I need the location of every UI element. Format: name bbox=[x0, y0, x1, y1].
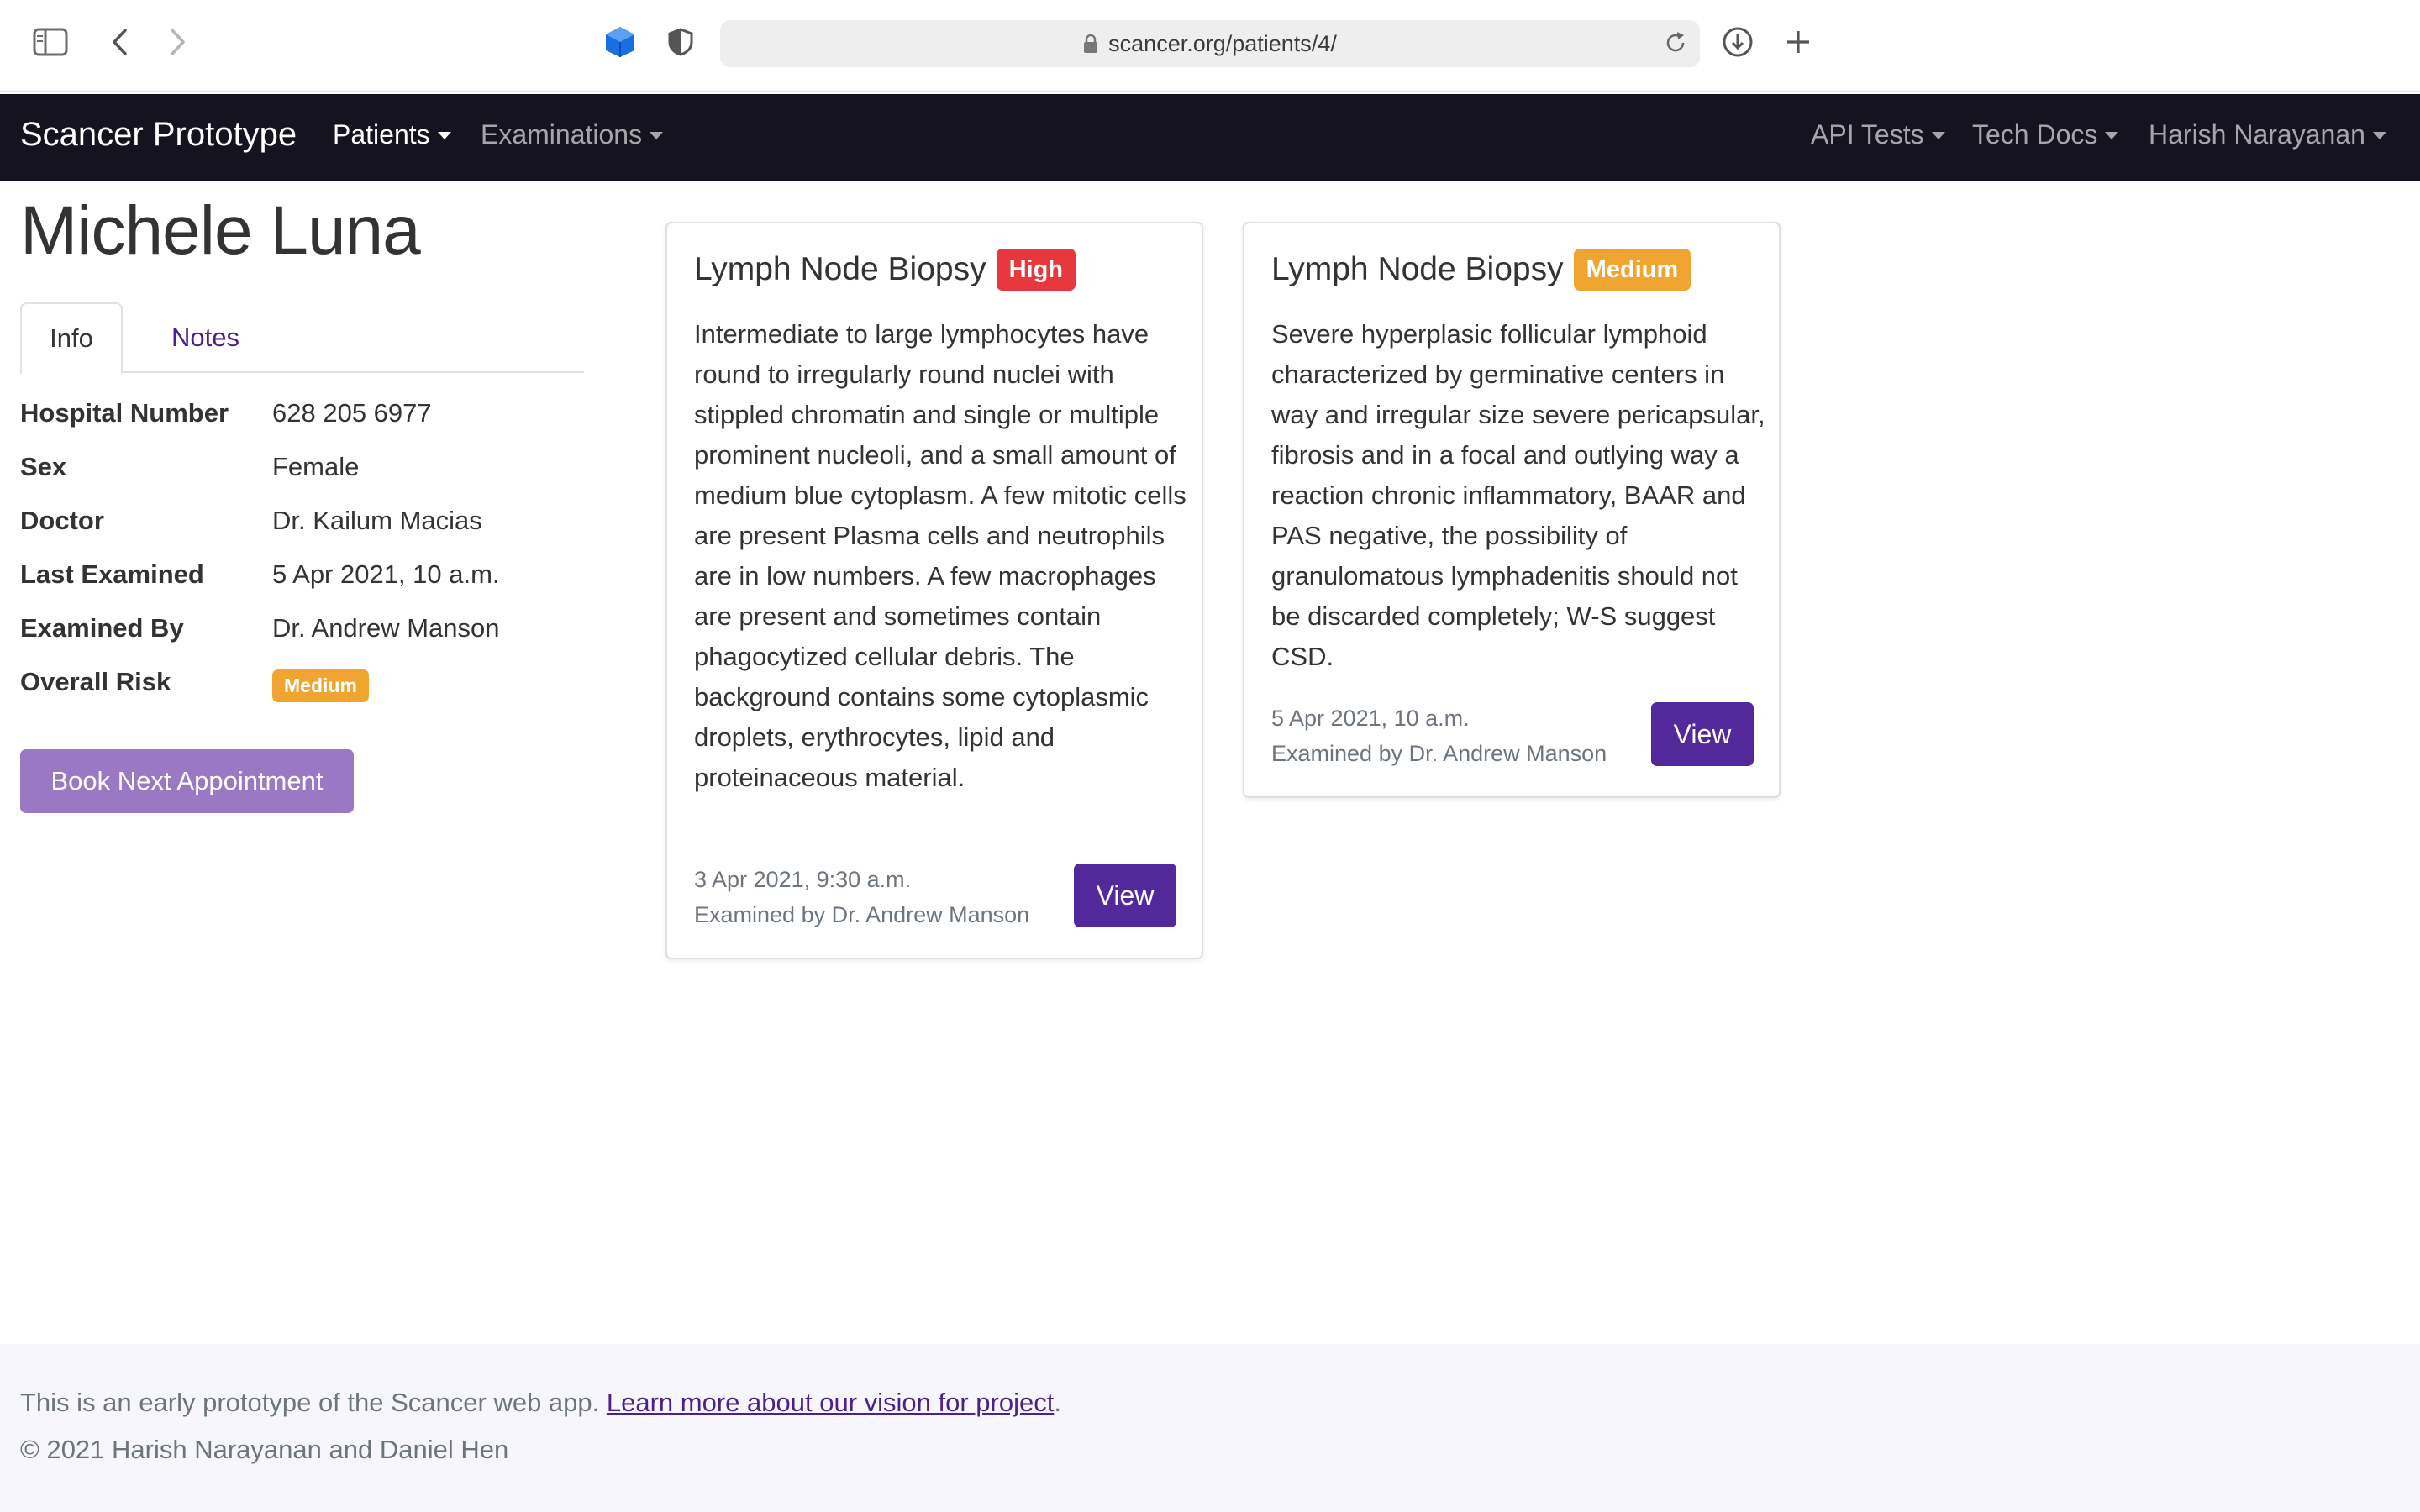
new-tab-icon[interactable] bbox=[1775, 18, 1822, 66]
risk-badge-medium: Medium bbox=[1573, 249, 1691, 291]
card-title: Lymph Node Biopsy High bbox=[694, 249, 1076, 291]
info-label: Sex bbox=[20, 452, 67, 481]
cube-extension-icon[interactable] bbox=[597, 18, 644, 66]
risk-badge-high: High bbox=[996, 249, 1076, 291]
examination-date: 5 Apr 2021, 10 a.m. bbox=[1271, 706, 1470, 731]
nav-patients-label: Patients bbox=[333, 119, 430, 150]
url-text: scancer.org/patients/4/ bbox=[1108, 30, 1337, 56]
info-label: Overall Risk bbox=[20, 667, 171, 696]
caret-down-icon bbox=[2105, 132, 2119, 139]
nav-examinations-dropdown[interactable]: Examinations bbox=[481, 119, 664, 150]
info-value: Female bbox=[272, 452, 360, 481]
footer-copyright: © 2021 Harish Narayanan and Daniel Hen bbox=[20, 1435, 509, 1464]
overall-risk-badge: Medium bbox=[272, 669, 369, 702]
sidebar-icon[interactable] bbox=[27, 18, 74, 66]
nav-examinations-label: Examinations bbox=[481, 119, 643, 150]
caret-down-icon bbox=[437, 132, 451, 139]
nav-tech-docs-dropdown[interactable]: Tech Docs bbox=[1972, 119, 2119, 150]
info-value: 5 Apr 2021, 10 a.m. bbox=[272, 559, 500, 589]
info-label: Hospital Number bbox=[20, 398, 229, 428]
shield-icon[interactable] bbox=[657, 18, 704, 66]
nav-user-label: Harish Narayanan bbox=[2149, 119, 2365, 150]
info-value: Dr. Andrew Manson bbox=[272, 613, 500, 643]
caret-down-icon bbox=[650, 132, 664, 139]
examination-card: Lymph Node Biopsy Medium Severe hyperpla… bbox=[1243, 222, 1781, 798]
examination-title: Lymph Node Biopsy bbox=[1271, 251, 1564, 287]
brand-link[interactable]: Scancer Prototype bbox=[20, 116, 297, 154]
vision-link[interactable]: Learn more about our vision for project bbox=[607, 1388, 1054, 1417]
info-label: Last Examined bbox=[20, 559, 204, 589]
info-value: Medium bbox=[272, 669, 369, 702]
browser-toolbar: scancer.org/patients/4/ bbox=[0, 0, 2420, 92]
nav-api-tests-label: API Tests bbox=[1811, 119, 1924, 150]
forward-icon[interactable] bbox=[155, 18, 202, 66]
info-label: Examined By bbox=[20, 613, 184, 643]
info-value: 628 205 6977 bbox=[272, 398, 432, 428]
card-title: Lymph Node Biopsy Medium bbox=[1271, 249, 1691, 291]
patient-tabs: Info Notes bbox=[20, 302, 584, 375]
book-next-appointment-button[interactable]: Book Next Appointment bbox=[20, 749, 354, 813]
nav-tech-docs-label: Tech Docs bbox=[1972, 119, 2098, 150]
page-footer: This is an early prototype of the Scance… bbox=[0, 1344, 2420, 1512]
examination-description: Severe hyperplasic follicular lymphoid c… bbox=[1271, 319, 1765, 671]
footer-description: This is an early prototype of the Scance… bbox=[20, 1388, 1061, 1418]
back-icon[interactable] bbox=[96, 18, 143, 66]
examination-examiner: Examined by Dr. Andrew Manson bbox=[694, 902, 1030, 927]
examination-card: Lymph Node Biopsy High Intermediate to l… bbox=[666, 222, 1203, 959]
info-label: Doctor bbox=[20, 506, 104, 535]
nav-api-tests-dropdown[interactable]: API Tests bbox=[1811, 119, 1945, 150]
nav-user-dropdown[interactable]: Harish Narayanan bbox=[2149, 119, 2386, 150]
caret-down-icon bbox=[2372, 132, 2386, 139]
info-value: Dr. Kailum Macias bbox=[272, 506, 482, 535]
footer-period: . bbox=[1054, 1388, 1061, 1417]
reload-icon[interactable] bbox=[1663, 30, 1688, 61]
tab-notes[interactable]: Notes bbox=[143, 302, 268, 373]
examination-description: Intermediate to large lymphocytes have r… bbox=[694, 319, 1186, 792]
lock-icon bbox=[1083, 34, 1098, 54]
download-icon[interactable] bbox=[1714, 18, 1761, 66]
view-examination-button[interactable]: View bbox=[1074, 864, 1176, 927]
caret-down-icon bbox=[1931, 132, 1945, 139]
main-navbar: Scancer Prototype Patients Examinations … bbox=[0, 94, 2420, 181]
address-bar[interactable]: scancer.org/patients/4/ bbox=[720, 20, 1700, 67]
nav-patients-dropdown[interactable]: Patients bbox=[333, 119, 451, 150]
view-examination-button[interactable]: View bbox=[1651, 702, 1754, 766]
footer-text: This is an early prototype of the Scance… bbox=[20, 1388, 600, 1417]
examination-date: 3 Apr 2021, 9:30 a.m. bbox=[694, 867, 912, 892]
tab-info[interactable]: Info bbox=[20, 302, 123, 375]
examination-title: Lymph Node Biopsy bbox=[694, 251, 986, 287]
patient-name: Michele Luna bbox=[20, 192, 421, 269]
examination-examiner: Examined by Dr. Andrew Manson bbox=[1271, 741, 1607, 766]
